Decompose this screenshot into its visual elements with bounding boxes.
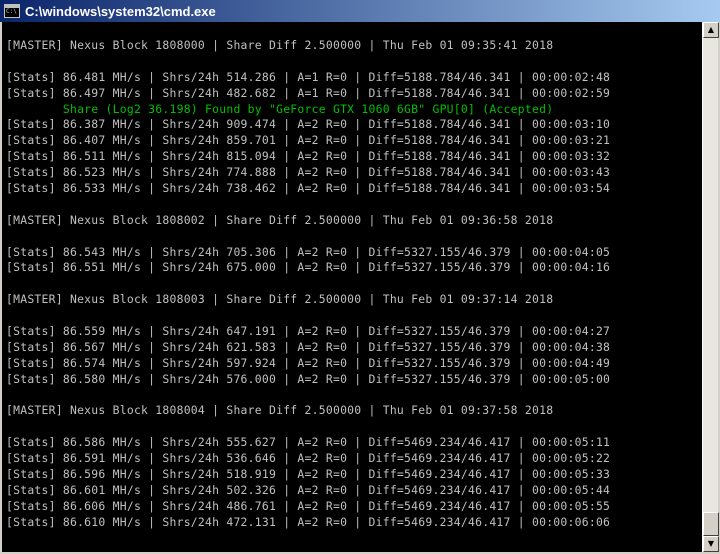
stats-line: [Stats] 86.523 MH/s | Shrs/24h 774.888 |…	[6, 165, 611, 180]
stats-line: [Stats] 86.591 MH/s | Shrs/24h 536.646 |…	[6, 451, 611, 466]
stats-line: [Stats] 86.407 MH/s | Shrs/24h 859.701 |…	[6, 133, 611, 148]
master-line: [MASTER] Nexus Block 1808003 | Share Dif…	[6, 292, 554, 307]
stats-line: [Stats] 86.606 MH/s | Shrs/24h 486.761 |…	[6, 498, 611, 513]
stats-line: [Stats] 86.596 MH/s | Shrs/24h 518.919 |…	[6, 467, 611, 482]
stats-line: [Stats] 86.559 MH/s | Shrs/24h 647.191 |…	[6, 324, 611, 339]
scrollbar-thumb[interactable]	[703, 512, 719, 536]
cmd-window: C:\windows\system32\cmd.exe [MASTER] Nex…	[0, 0, 720, 554]
stats-line: [Stats] 86.601 MH/s | Shrs/24h 502.326 |…	[6, 482, 611, 497]
console-output[interactable]: [MASTER] Nexus Block 1808000 | Share Dif…	[2, 22, 702, 552]
stats-line: [Stats] 86.387 MH/s | Shrs/24h 909.474 |…	[6, 117, 611, 132]
share-found-line: Share (Log2 36.198) Found by "GeForce GT…	[6, 101, 554, 116]
window-title: C:\windows\system32\cmd.exe	[25, 3, 216, 19]
stats-line: [Stats] 86.511 MH/s | Shrs/24h 815.094 |…	[6, 149, 611, 164]
scroll-down-button[interactable]: ▼	[703, 536, 719, 552]
stats-line: [Stats] 86.497 MH/s | Shrs/24h 482.682 |…	[6, 85, 611, 100]
vertical-scrollbar[interactable]: ▲ ▼	[702, 22, 719, 552]
master-line: [MASTER] Nexus Block 1808002 | Share Dif…	[6, 212, 554, 227]
stats-line: [Stats] 86.574 MH/s | Shrs/24h 597.924 |…	[6, 355, 611, 370]
master-line: [MASTER] Nexus Block 1808004 | Share Dif…	[6, 403, 554, 418]
title-bar[interactable]: C:\windows\system32\cmd.exe	[0, 0, 720, 22]
stats-line: [Stats] 86.551 MH/s | Shrs/24h 675.000 |…	[6, 260, 611, 275]
scroll-up-button[interactable]: ▲	[703, 22, 719, 38]
stats-line: [Stats] 86.481 MH/s | Shrs/24h 514.286 |…	[6, 69, 611, 84]
stats-line: [Stats] 86.586 MH/s | Shrs/24h 555.627 |…	[6, 435, 611, 450]
stats-line: [Stats] 86.567 MH/s | Shrs/24h 621.583 |…	[6, 339, 611, 354]
cmd-icon[interactable]	[4, 4, 20, 18]
master-line: [MASTER] Nexus Block 1808000 | Share Dif…	[6, 38, 554, 52]
arrow-down-icon: ▼	[707, 539, 715, 548]
stats-line: [Stats] 86.610 MH/s | Shrs/24h 472.131 |…	[6, 514, 611, 529]
stats-line: [Stats] 86.580 MH/s | Shrs/24h 576.000 |…	[6, 371, 611, 386]
stats-line: [Stats] 86.533 MH/s | Shrs/24h 738.462 |…	[6, 181, 611, 196]
stats-line: [Stats] 86.543 MH/s | Shrs/24h 705.306 |…	[6, 244, 611, 259]
arrow-up-icon: ▲	[707, 25, 715, 34]
